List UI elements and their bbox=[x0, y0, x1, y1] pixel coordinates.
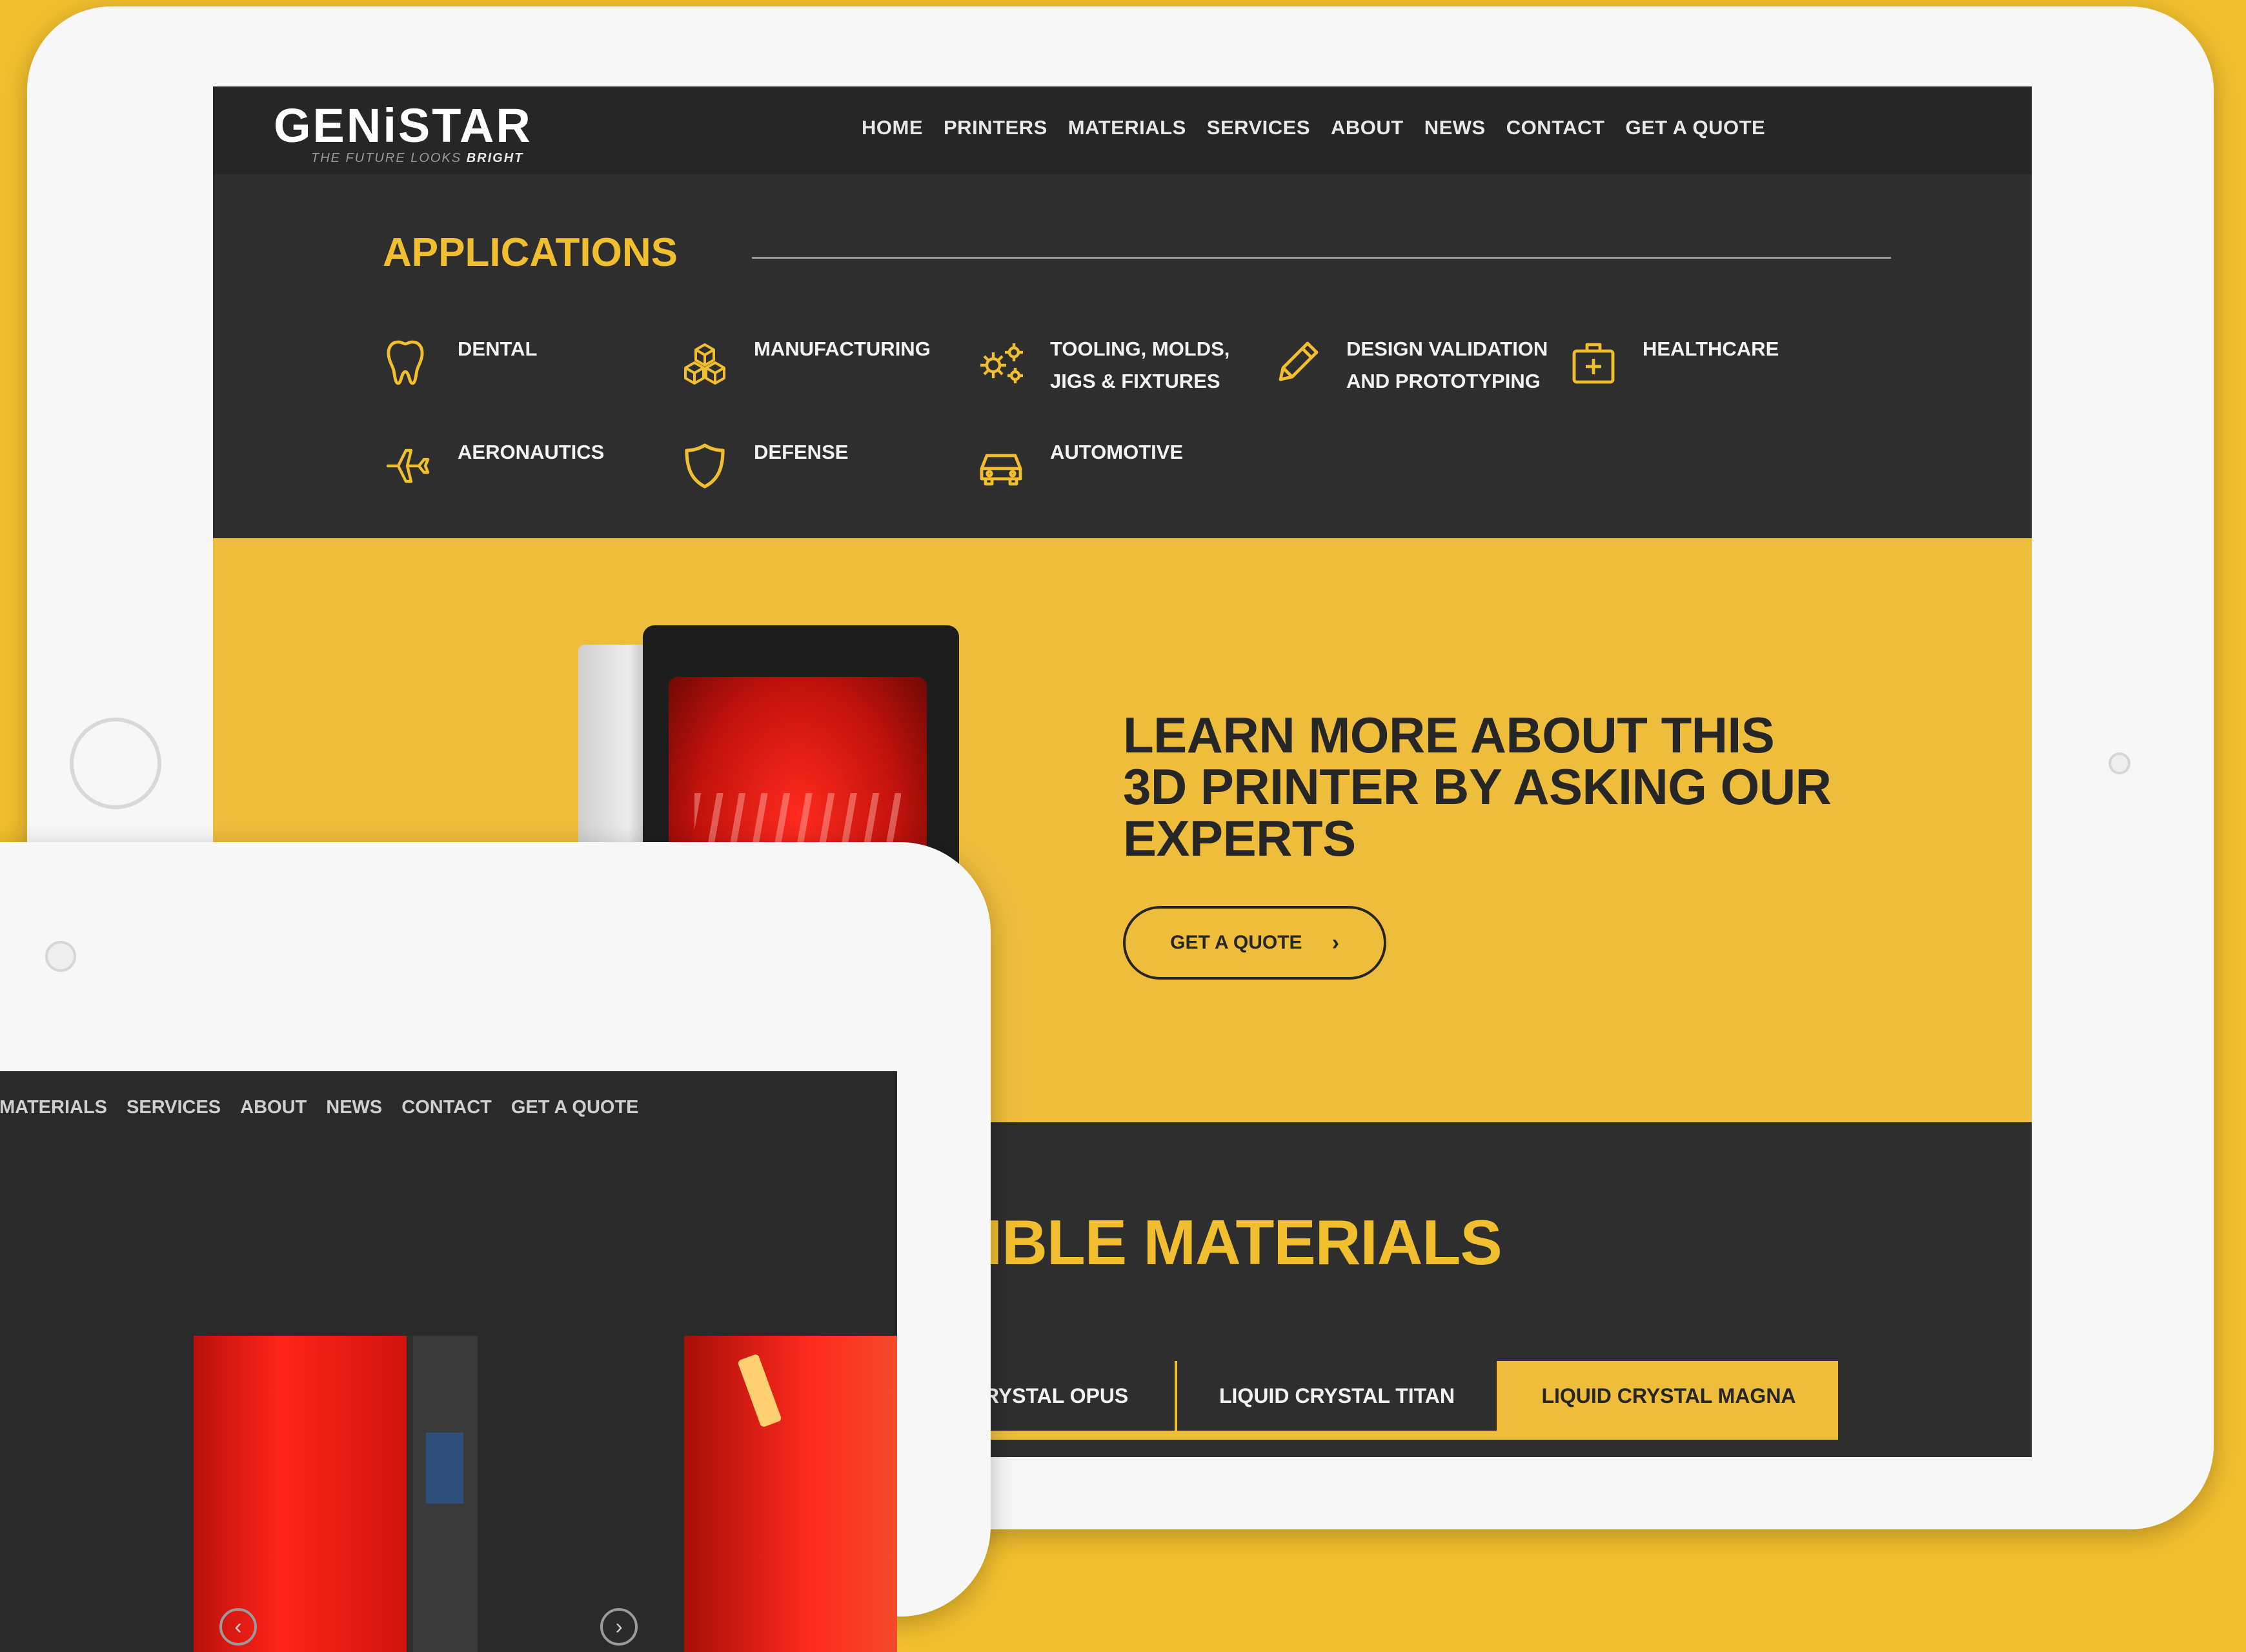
application-label: DESIGN VALIDATION AND PROTOTYPING bbox=[1346, 337, 1548, 392]
tablet-home-button bbox=[70, 718, 161, 809]
applications-grid: DENTAL MANUFACTURING TOOLING, MOLDS, JIG… bbox=[383, 337, 1864, 505]
tablet-front: MATERIALS SERVICES ABOUT NEWS CONTACT GE… bbox=[0, 842, 991, 1652]
application-item-automotive[interactable]: AUTOMOTIVE bbox=[975, 440, 1271, 505]
applications-title: APPLICATIONS bbox=[383, 230, 678, 275]
nav-item-contact[interactable]: CONTACT bbox=[1506, 116, 1605, 139]
front-nav: MATERIALS SERVICES ABOUT NEWS CONTACT GE… bbox=[0, 1097, 639, 1118]
airplane-icon bbox=[383, 440, 434, 492]
logo-tagline-prefix: THE FUTURE LOOKS bbox=[311, 151, 467, 165]
nav-item-printers[interactable]: PRINTERS bbox=[944, 116, 1047, 139]
logo[interactable]: GENiSTAR THE FUTURE LOOKS BRIGHT bbox=[274, 101, 532, 166]
printer-lamp bbox=[737, 1353, 782, 1428]
printer-window bbox=[194, 1336, 407, 1652]
main-nav: HOME PRINTERS MATERIALS SERVICES ABOUT N… bbox=[862, 116, 1765, 139]
application-label: DENTAL bbox=[458, 337, 538, 360]
logo-wordmark: GENiSTAR bbox=[274, 99, 532, 152]
front-nav-about[interactable]: ABOUT bbox=[240, 1097, 307, 1118]
application-item-defense[interactable]: DEFENSE bbox=[679, 440, 975, 505]
website-screen-front: MATERIALS SERVICES ABOUT NEWS CONTACT GE… bbox=[0, 1071, 897, 1652]
cta-heading: LEARN MORE ABOUT THIS 3D PRINTER BY ASKI… bbox=[1123, 707, 1832, 867]
gears-icon bbox=[975, 337, 1027, 388]
nav-item-services[interactable]: SERVICES bbox=[1207, 116, 1310, 139]
nav-item-news[interactable]: NEWS bbox=[1424, 116, 1486, 139]
nav-item-about[interactable]: ABOUT bbox=[1331, 116, 1404, 139]
materials-title: TIBLE MATERIALS bbox=[947, 1207, 1502, 1278]
materials-tabs: CRYSTAL OPUS LIQUID CRYSTAL TITAN LIQUID… bbox=[923, 1361, 1838, 1457]
application-item-design-validation[interactable]: DESIGN VALIDATION AND PROTOTYPING bbox=[1271, 337, 1568, 440]
pencil-icon bbox=[1271, 337, 1323, 388]
chevron-left-icon[interactable]: ‹ bbox=[219, 1608, 257, 1646]
chevron-right-icon: › bbox=[1331, 930, 1339, 955]
tablet-front-camera bbox=[45, 941, 76, 972]
printer-slide-image bbox=[194, 1336, 478, 1652]
cubes-icon bbox=[679, 337, 731, 388]
application-label: MANUFACTURING bbox=[754, 337, 931, 360]
application-label: TOOLING, MOLDS, JIGS & FIXTURES bbox=[1050, 337, 1230, 392]
get-a-quote-button[interactable]: GET A QUOTE › bbox=[1123, 906, 1386, 980]
tab-liquid-crystal-magna[interactable]: LIQUID CRYSTAL MAGNA bbox=[1497, 1361, 1838, 1440]
application-item-dental[interactable]: DENTAL bbox=[383, 337, 679, 440]
tablet-camera bbox=[2109, 752, 2130, 774]
application-label: AUTOMOTIVE bbox=[1050, 441, 1184, 463]
application-item-aeronautics[interactable]: AERONAUTICS bbox=[383, 440, 679, 505]
shield-icon bbox=[679, 440, 731, 492]
cta-button-label: GET A QUOTE bbox=[1170, 932, 1302, 953]
front-nav-get-a-quote[interactable]: GET A QUOTE bbox=[511, 1097, 639, 1118]
site-header: GENiSTAR THE FUTURE LOOKS BRIGHT HOME PR… bbox=[213, 86, 2032, 174]
tooth-icon bbox=[383, 337, 434, 388]
application-item-healthcare[interactable]: HEALTHCARE bbox=[1568, 337, 1864, 440]
tab-liquid-crystal-titan[interactable]: LIQUID CRYSTAL TITAN bbox=[1175, 1361, 1497, 1440]
applications-divider bbox=[752, 257, 1891, 259]
application-item-tooling[interactable]: TOOLING, MOLDS, JIGS & FIXTURES bbox=[975, 337, 1271, 440]
car-icon bbox=[975, 440, 1027, 492]
application-label: AERONAUTICS bbox=[458, 441, 605, 463]
nav-item-materials[interactable]: MATERIALS bbox=[1068, 116, 1186, 139]
front-nav-news[interactable]: NEWS bbox=[326, 1097, 382, 1118]
printer-slide-image-2 bbox=[684, 1336, 897, 1652]
application-label: DEFENSE bbox=[754, 441, 849, 463]
printer-panel bbox=[413, 1336, 478, 1652]
nav-item-get-a-quote[interactable]: GET A QUOTE bbox=[1625, 116, 1765, 139]
chevron-right-icon[interactable]: › bbox=[600, 1608, 638, 1646]
front-nav-services[interactable]: SERVICES bbox=[126, 1097, 221, 1118]
printer-screen bbox=[426, 1433, 463, 1504]
logo-tagline: THE FUTURE LOOKS BRIGHT bbox=[311, 151, 532, 166]
application-label: HEALTHCARE bbox=[1643, 337, 1779, 360]
front-nav-materials[interactable]: MATERIALS bbox=[0, 1097, 107, 1118]
application-item-manufacturing[interactable]: MANUFACTURING bbox=[679, 337, 975, 440]
front-nav-contact[interactable]: CONTACT bbox=[401, 1097, 492, 1118]
logo-tagline-emphasis: BRIGHT bbox=[466, 151, 524, 165]
first-aid-kit-icon bbox=[1568, 337, 1619, 388]
nav-item-home[interactable]: HOME bbox=[862, 116, 923, 139]
